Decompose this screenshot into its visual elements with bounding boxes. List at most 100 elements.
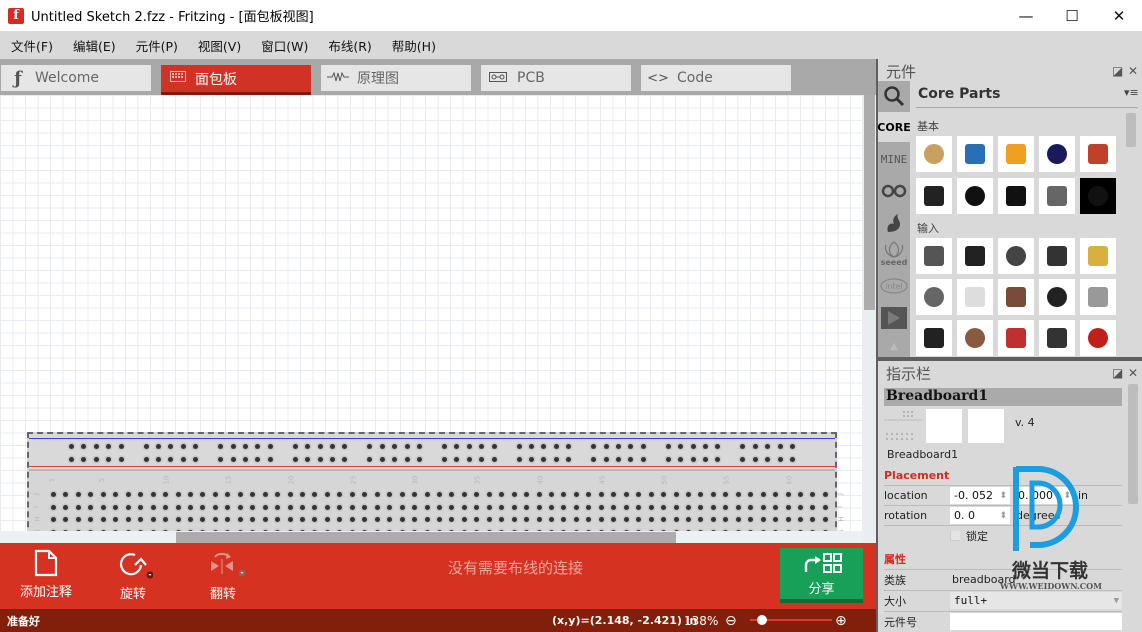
menu-routing[interactable]: 布线(R) — [317, 36, 380, 55]
terminal-hole[interactable] — [337, 504, 343, 510]
terminal-hole[interactable] — [88, 504, 94, 510]
part-ir-sensor[interactable] — [1039, 320, 1075, 356]
inspector-scrollbar[interactable] — [1128, 384, 1138, 544]
rail-hole[interactable] — [529, 444, 534, 449]
close-panel-icon[interactable]: ✕ — [1128, 366, 1138, 380]
terminal-hole[interactable] — [611, 504, 617, 510]
terminal-hole[interactable] — [573, 517, 579, 522]
terminal-hole[interactable] — [549, 492, 554, 497]
terminal-hole[interactable] — [312, 517, 318, 522]
rail-hole[interactable] — [665, 444, 671, 449]
terminal-hole[interactable] — [499, 504, 505, 510]
rail-hole[interactable] — [404, 444, 410, 449]
terminal-hole[interactable] — [138, 492, 144, 497]
terminal-hole[interactable] — [436, 492, 442, 497]
terminal-hole[interactable] — [810, 517, 816, 522]
terminal-hole[interactable] — [113, 504, 119, 510]
terminal-hole[interactable] — [125, 517, 131, 522]
terminal-hole[interactable] — [798, 504, 803, 510]
lock-checkbox[interactable] — [950, 530, 960, 541]
terminal-hole[interactable] — [474, 492, 480, 497]
part-title[interactable]: Breadboard1 — [884, 388, 1122, 406]
terminal-hole[interactable] — [461, 504, 467, 510]
terminal-hole[interactable] — [300, 504, 305, 510]
rail-hole[interactable] — [93, 457, 99, 462]
terminal-hole[interactable] — [586, 517, 592, 522]
search-bin-tab[interactable] — [878, 81, 910, 111]
zoom-slider-handle[interactable] — [757, 615, 768, 625]
terminal-hole[interactable] — [163, 492, 169, 497]
part-mystery-part[interactable] — [1080, 178, 1116, 214]
terminal-hole[interactable] — [163, 517, 169, 522]
terminal-hole[interactable] — [573, 492, 579, 497]
terminal-hole[interactable] — [63, 492, 69, 497]
location-y-input[interactable]: 0. 000 ⬍ — [1014, 487, 1074, 504]
terminal-hole[interactable] — [175, 492, 181, 497]
rail-hole[interactable] — [703, 444, 708, 449]
terminal-hole[interactable] — [237, 517, 243, 522]
terminal-hole[interactable] — [187, 504, 193, 510]
terminal-hole[interactable] — [412, 517, 418, 522]
terminal-hole[interactable] — [399, 492, 405, 497]
arduino-bin-tab[interactable] — [878, 176, 910, 206]
rail-hole[interactable] — [417, 444, 422, 449]
terminal-hole[interactable] — [661, 517, 667, 522]
horizontal-scroll-thumb[interactable] — [176, 532, 676, 543]
terminal-hole[interactable] — [735, 517, 741, 522]
terminal-hole[interactable] — [524, 517, 530, 522]
terminal-hole[interactable] — [449, 504, 455, 510]
terminal-hole[interactable] — [287, 504, 293, 510]
rail-hole[interactable] — [317, 457, 323, 462]
terminal-hole[interactable] — [225, 492, 231, 497]
rotation-input[interactable]: 0. 0 ⬍ — [950, 507, 1010, 524]
seeed-bin-tab[interactable]: seeed — [878, 238, 910, 268]
terminal-hole[interactable] — [436, 517, 442, 522]
terminal-hole[interactable] — [648, 492, 654, 497]
terminal-hole[interactable] — [735, 504, 741, 510]
terminal-hole[interactable] — [362, 492, 368, 497]
rail-hole[interactable] — [790, 457, 795, 462]
location-x-input[interactable]: -0. 052 ⬍ — [950, 487, 1010, 504]
menu-help[interactable]: 帮助(H) — [381, 36, 445, 55]
tab-pcb[interactable]: PCB — [481, 65, 631, 91]
rail-hole[interactable] — [143, 457, 149, 462]
sparkfun-bin-tab[interactable] — [878, 208, 910, 238]
terminal-hole[interactable] — [250, 517, 256, 522]
terminal-hole[interactable] — [822, 517, 828, 522]
terminal-hole[interactable] — [200, 492, 206, 497]
rail-hole[interactable] — [690, 444, 696, 449]
terminal-hole[interactable] — [449, 517, 455, 522]
rail-hole[interactable] — [69, 457, 74, 462]
terminal-hole[interactable] — [349, 517, 355, 522]
mine-bin-tab[interactable]: MINE — [878, 144, 910, 174]
parts-scroll-thumb[interactable] — [1126, 113, 1136, 147]
terminal-hole[interactable] — [300, 517, 305, 522]
terminal-hole[interactable] — [75, 492, 81, 497]
menu-window[interactable]: 窗口(W) — [250, 36, 317, 55]
intel-bin-tab[interactable]: intel — [878, 271, 910, 301]
tab-breadboard[interactable]: 面包板 — [161, 65, 311, 95]
terminal-hole[interactable] — [75, 517, 81, 522]
terminal-hole[interactable] — [374, 504, 380, 510]
zoom-slider-track[interactable] — [750, 615, 832, 625]
terminal-hole[interactable] — [349, 492, 355, 497]
rail-hole[interactable] — [417, 457, 422, 462]
rail-hole[interactable] — [466, 444, 472, 449]
terminal-hole[interactable] — [810, 504, 816, 510]
zoom-out-icon[interactable]: ⊖ — [725, 613, 737, 629]
terminal-hole[interactable] — [150, 517, 156, 522]
terminal-hole[interactable] — [250, 492, 256, 497]
rail-hole[interactable] — [292, 457, 298, 462]
breadboard-part[interactable]: JJIIHHGGFF151015202530354045505560 — [27, 432, 846, 543]
part-flex-wire[interactable] — [957, 320, 993, 356]
rail-hole[interactable] — [93, 444, 99, 449]
terminal-hole[interactable] — [424, 504, 430, 510]
terminal-hole[interactable] — [573, 504, 579, 510]
terminal-hole[interactable] — [374, 492, 380, 497]
rail-hole[interactable] — [442, 444, 447, 449]
part-tilt-sensor[interactable] — [1080, 279, 1116, 315]
rail-hole[interactable] — [267, 457, 273, 462]
terminal-hole[interactable] — [275, 517, 281, 522]
part-reed-switch[interactable] — [957, 279, 993, 315]
terminal-hole[interactable] — [648, 504, 654, 510]
